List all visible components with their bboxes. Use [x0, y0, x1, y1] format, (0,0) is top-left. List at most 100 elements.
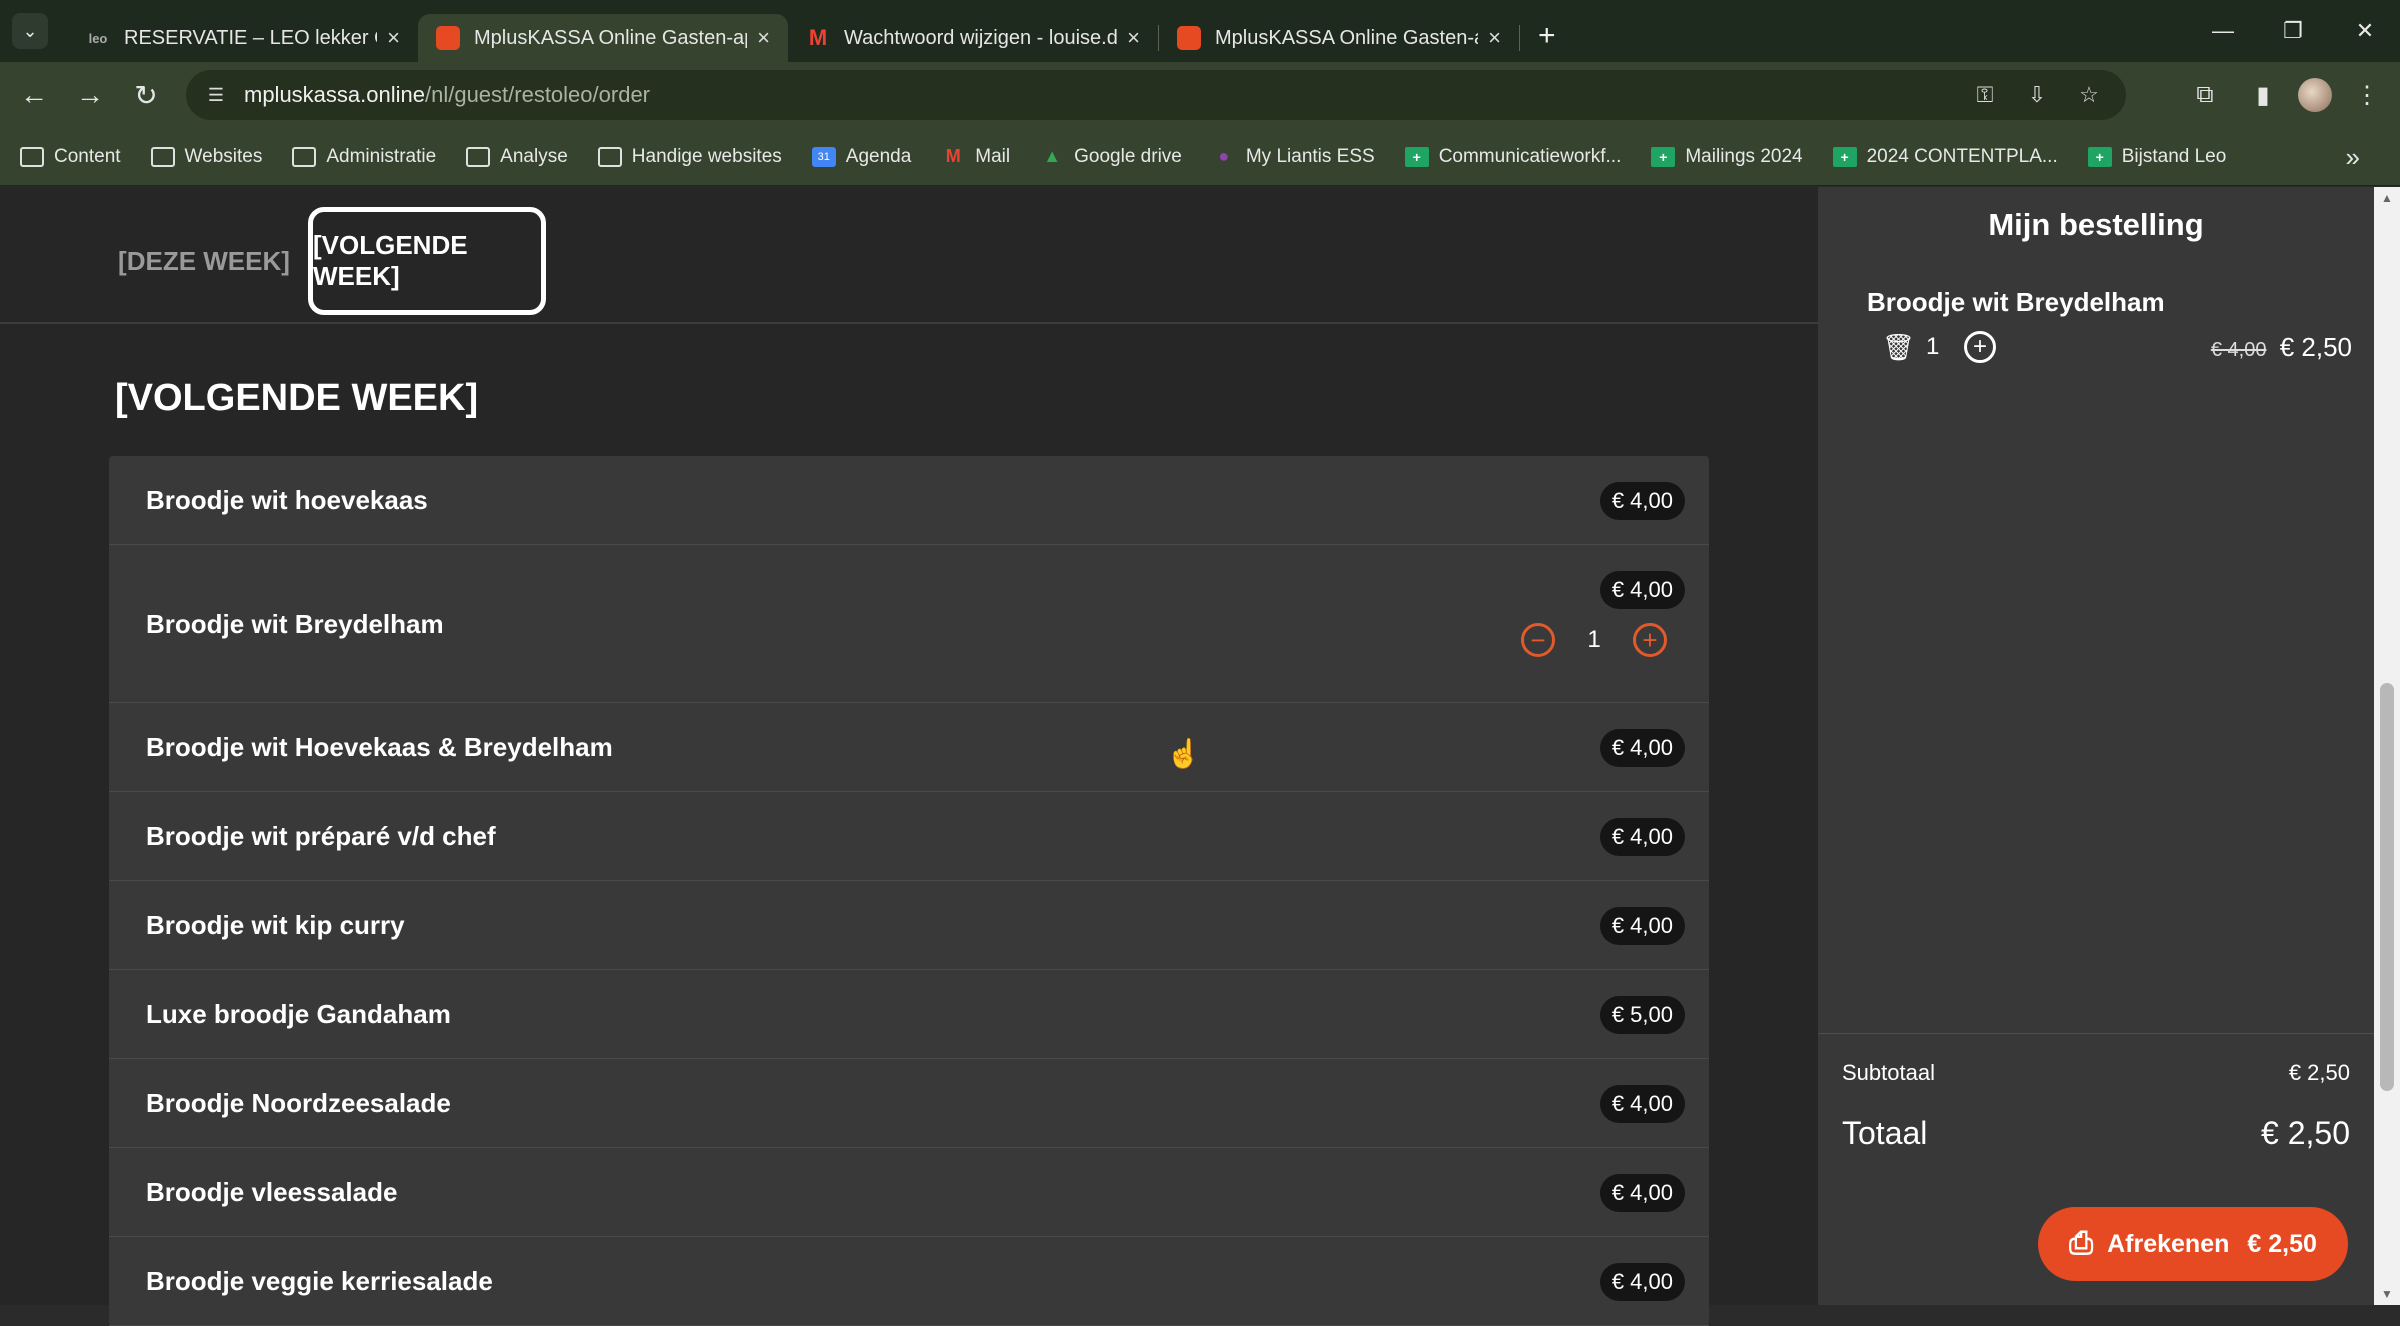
menu-item-price: € 4,00 [1599, 907, 1685, 945]
section-title: [VOLGENDE WEEK] [115, 377, 479, 419]
subtotal-label: Subtotaal [1842, 1060, 1935, 1085]
side-panel-icon[interactable]: ▮ [2240, 72, 2286, 118]
tab-next-week[interactable]: [VOLGENDE WEEK] [308, 207, 546, 315]
menu-item[interactable]: Broodje veggie kerriesalade € 4,00 [109, 1237, 1709, 1326]
menu-item[interactable]: Broodje wit kip curry € 4,00 [109, 881, 1709, 970]
bookmark-item[interactable]: + Bijstand Leo [2087, 146, 2226, 168]
scroll-down-arrow-icon[interactable]: ▼ [2374, 1287, 2400, 1301]
bookmark-label: 2024 CONTENTPLA... [1866, 145, 2058, 167]
close-icon[interactable]: × [1127, 25, 1140, 51]
url-domain: mpluskassa.online [244, 82, 425, 107]
subtotal-value: € 2,50 [2288, 1060, 2350, 1085]
calendar-icon: 31 [811, 146, 836, 167]
extensions-puzzle-icon[interactable]: ⧉ [2182, 72, 2228, 118]
toolbar-right-actions: ⧉ ▮ ⋮ [2182, 72, 2390, 118]
menu-list: Broodje wit hoevekaas € 4,00 Broodje wit B… [109, 456, 1709, 1326]
leo-favicon-icon: leo [88, 30, 108, 46]
bookmark-item[interactable]: ● My Liantis ESS [1212, 146, 1374, 168]
page-content: [DEZE WEEK] [VOLGENDE WEEK] [VOLGENDE WE… [0, 187, 2400, 1326]
bookmark-item[interactable]: Analyse [466, 146, 568, 168]
bookmark-item[interactable]: Handige websites [597, 146, 782, 168]
order-sidebar: Mijn bestelling Broodje wit Breydelham 🗑… [1818, 187, 2374, 1305]
bookmark-item[interactable]: +2024 CONTENTPLA... [1832, 145, 2058, 168]
tab-search-chevron-icon[interactable]: ⌄ [12, 13, 48, 49]
scroll-thumb[interactable] [2380, 683, 2394, 1091]
menu-panel: [DEZE WEEK] [VOLGENDE WEEK] [VOLGENDE WE… [0, 187, 1818, 1326]
quantity-value: 1 [1587, 626, 1601, 653]
menu-item[interactable]: Broodje Noordzeesalade € 4,00 [109, 1059, 1709, 1148]
plus-circle-icon[interactable]: + [1633, 623, 1667, 657]
bookmarks-bar: Content Websites Administratie Analyse Handi… [0, 128, 2400, 186]
total-row: Totaal € 2,50 [1842, 1115, 2350, 1152]
restore-icon[interactable]: ❐ [2258, 0, 2328, 62]
minus-circle-icon[interactable]: − [1521, 623, 1555, 657]
url-text[interactable]: mpluskassa.online/nl/guest/restoleo/orde… [244, 82, 650, 108]
forward-arrow-icon[interactable]: → [68, 73, 112, 117]
menu-item-name: Broodje wit Hoevekaas & Breydelham [146, 732, 613, 762]
site-info-icon[interactable]: ☰ [198, 77, 234, 113]
bookmark-item[interactable]: + Mailings 2024 [1651, 145, 1803, 168]
bookmark-label: Websites [184, 145, 263, 167]
menu-item-name: Broodje Noordzeesalade [146, 1088, 451, 1118]
order-title: Mijn bestelling [1988, 207, 2204, 242]
bookmark-item[interactable]: Content [20, 146, 121, 168]
page-scrollbar[interactable]: ▲ ▼ [2374, 187, 2400, 1305]
bookmark-item[interactable]: Websites [150, 145, 263, 168]
subtotal-row: Subtotaal € 2,50 [1842, 1060, 2350, 1086]
menu-item-price: € 4,00 [1599, 1085, 1685, 1123]
gmail-icon: M [945, 146, 961, 166]
menu-item-price: € 4,00 [1599, 1174, 1685, 1212]
browser-tab-active[interactable]: MplusKASSA Online Gasten-app × [418, 14, 788, 62]
address-bar[interactable]: ☰ mpluskassa.online/nl/guest/restoleo/or… [186, 70, 2126, 120]
browser-tab[interactable]: M Wachtwoord wijzigen - louise.d × [788, 14, 1158, 62]
mpluskassa-favicon-icon [1177, 26, 1201, 50]
back-arrow-icon[interactable]: ← [12, 73, 56, 117]
url-path: /nl/guest/restoleo/order [424, 82, 651, 107]
browser-tab-strip: ⌄ leo RESERVATIE – LEO lekker Oost-V × M… [0, 0, 2400, 62]
close-window-icon[interactable]: ✕ [2330, 0, 2400, 62]
password-key-icon[interactable]: ⚿ [1966, 76, 2004, 114]
tab-this-week[interactable]: [DEZE WEEK] [110, 207, 298, 315]
new-tab-plus-icon[interactable]: + [1538, 19, 1556, 53]
bookmark-item[interactable]: Administratie [292, 146, 436, 168]
menu-item[interactable]: Luxe broodje Gandaham € 5,00 [109, 970, 1709, 1059]
bookmarks-overflow-icon[interactable]: » [2346, 142, 2360, 173]
bookmark-item[interactable]: ▲ Google drive [1040, 146, 1182, 168]
liantis-icon: ● [1218, 146, 1230, 166]
close-icon[interactable]: × [757, 25, 770, 51]
bookmark-item[interactable]: M Mail [941, 146, 1010, 168]
drive-icon: ▲ [1043, 146, 1062, 166]
browser-tab[interactable]: leo RESERVATIE – LEO lekker Oost-V × [68, 14, 418, 62]
bookmark-item[interactable]: + Communicatieworkf... [1404, 146, 1621, 168]
checkout-button[interactable]: ⎙ Afrekenen € 2,50 [2038, 1207, 2348, 1281]
bookmark-star-icon[interactable]: ☆ [2070, 76, 2108, 114]
trash-icon[interactable]: 🗑 [1882, 332, 1915, 363]
order-item-row: 🗑 1 + € 4,00 € 2,50 [1882, 327, 2352, 367]
order-item-name: Broodje wit Breydelham [1867, 287, 2165, 317]
scroll-up-arrow-icon[interactable]: ▲ [2374, 191, 2400, 205]
menu-item[interactable]: Broodje vleessalade € 4,00 [109, 1148, 1709, 1237]
close-icon[interactable]: × [387, 25, 400, 51]
reload-icon[interactable]: ↻ [124, 73, 168, 117]
total-value: € 2,50 [2261, 1115, 2350, 1151]
more-menu-icon[interactable]: ⋮ [2344, 72, 2390, 118]
tab-title: MplusKASSA Online Gasten-app [1215, 26, 1478, 49]
close-icon[interactable]: × [1488, 25, 1501, 51]
menu-item[interactable]: Broodje wit préparé v/d chef € 4,00 [109, 792, 1709, 881]
menu-item[interactable]: Broodje wit Breydelham € 4,00−1 + [109, 545, 1709, 703]
menu-item-name: Broodje wit préparé v/d chef [146, 821, 496, 851]
browser-tab[interactable]: MplusKASSA Online Gasten-app × [1159, 14, 1519, 62]
install-app-icon[interactable]: ⇩ [2018, 76, 2056, 114]
menu-item[interactable]: Broodje wit Hoevekaas & Breydelham € 4,00 [109, 703, 1709, 792]
order-item-prices: € 4,00 € 2,50 [2211, 332, 2352, 363]
menu-item-price: € 4,00 [1599, 571, 1685, 609]
order-add-icon[interactable]: + [1964, 331, 1996, 363]
profile-avatar[interactable] [2298, 78, 2332, 112]
tab-separator [1519, 25, 1520, 51]
minimize-icon[interactable]: — [2188, 0, 2258, 62]
folder-icon [20, 146, 44, 167]
bookmark-label: Mailings 2024 [1685, 145, 1803, 167]
bookmark-item[interactable]: 31 Agenda [811, 146, 911, 168]
menu-item-name: Luxe broodje Gandaham [146, 999, 451, 1029]
folder-icon [466, 146, 491, 167]
